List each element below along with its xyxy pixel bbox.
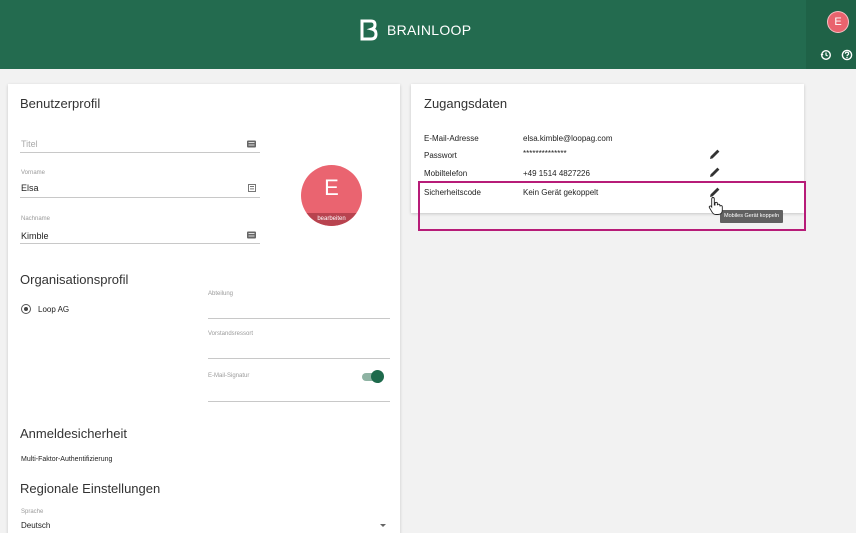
highlight-frame [418,181,806,231]
brainloop-logo-icon [360,19,378,41]
abteilung-input[interactable] [208,318,390,319]
titel-input[interactable]: Titel [21,139,38,149]
vorstandsressort-label: Vorstandsressort [208,331,254,337]
section-title-regionale-einstellungen: Regionale Einstellungen [20,481,161,496]
list-icon[interactable] [248,184,257,192]
vorstandsressort-input[interactable] [208,358,390,359]
brand: BRAINLOOP [359,18,471,42]
email-label: E-Mail-Adresse [424,134,479,143]
mobiltelefon-label: Mobiltelefon [424,169,468,178]
profile-card: Benutzerprofil Titel Vorname Elsa Nachna… [8,84,400,533]
mfa-toggle[interactable] [362,370,384,384]
top-bar: BRAINLOOP E [0,0,856,69]
brand-name: BRAINLOOP [387,22,472,38]
vorname-underline [20,197,260,198]
section-title-benutzerprofil: Benutzerprofil [20,96,101,111]
hand-cursor-icon [708,197,723,215]
keyboard-icon[interactable] [247,140,256,148]
section-title-anmeldesicherheit: Anmeldesicherheit [20,426,127,441]
email-signatur-input[interactable] [208,401,390,402]
email-signatur-label: E-Mail-Signatur [208,373,250,379]
toggle-knob [371,370,384,383]
passwort-value: ************** [523,149,567,158]
chevron-down-icon[interactable] [380,524,386,527]
tooltip: Mobiles Gerät koppeln [720,210,784,223]
nachname-label: Nachname [21,216,51,222]
nachname-underline [20,243,260,244]
avatar-edit-button[interactable]: bearbeiten [301,213,362,226]
section-title-zugangsdaten: Zugangsdaten [424,96,508,111]
profile-avatar[interactable]: E bearbeiten [301,165,362,226]
email-value: elsa.kimble@loopag.com [523,134,613,143]
history-icon[interactable] [820,49,832,61]
org-radio[interactable] [21,304,31,314]
section-title-organisationsprofil: Organisationsprofil [20,272,129,287]
help-icon[interactable] [841,49,853,61]
keyboard-icon[interactable] [247,231,256,239]
sprache-label: Sprache [21,509,44,515]
vorname-label: Vorname [21,170,46,176]
sprache-select[interactable]: Deutsch [21,521,50,530]
mfa-label: Multi-Faktor-Authentifizierung [21,456,113,463]
abteilung-label: Abteilung [208,291,234,297]
org-name: Loop AG [38,305,70,314]
edit-password-icon[interactable] [709,148,721,160]
titel-underline [20,152,260,153]
avatar-initial: E [324,175,339,200]
vorname-input[interactable]: Elsa [21,183,39,193]
nachname-input[interactable]: Kimble [21,231,49,241]
passwort-label: Passwort [424,151,457,160]
mobiltelefon-value: +49 1514 4827226 [523,169,590,178]
user-avatar[interactable]: E [827,11,849,33]
edit-phone-icon[interactable] [709,166,721,178]
